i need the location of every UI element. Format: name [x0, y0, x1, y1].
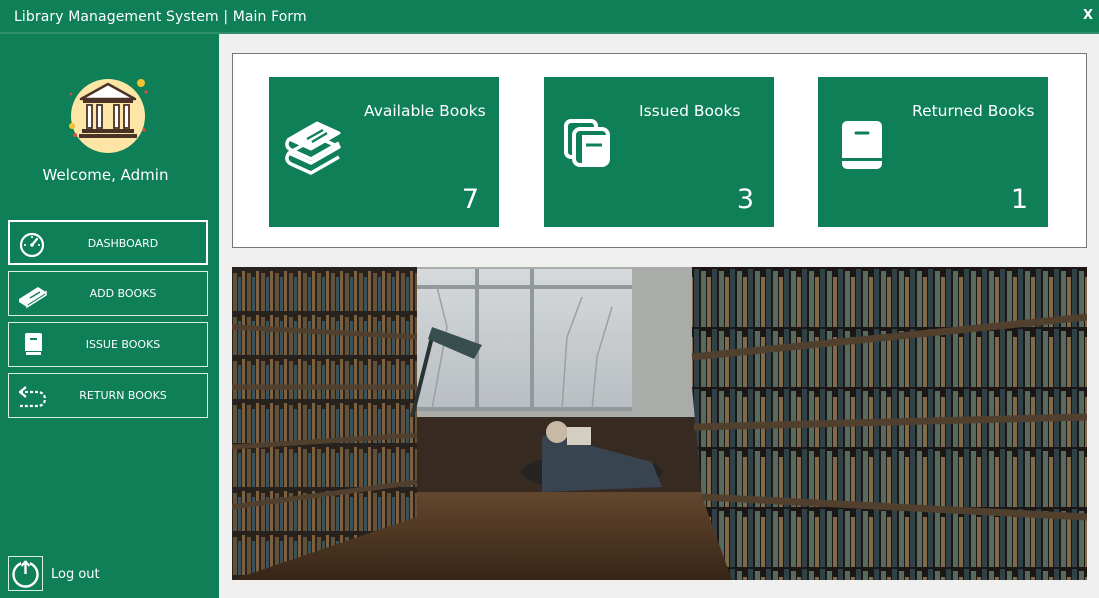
- library-photo: [232, 267, 1087, 580]
- window-title: Library Management System | Main Form: [14, 9, 307, 25]
- available-books-label: Available Books: [364, 102, 486, 120]
- returned-books-count: 1: [1010, 184, 1028, 215]
- close-button[interactable]: X: [1083, 8, 1093, 23]
- available-books-count: 7: [461, 184, 479, 215]
- title-bar: Library Management System | Main Form X: [0, 0, 1099, 34]
- add-books-label: ADD BOOKS: [89, 287, 157, 300]
- logout-button[interactable]: Log out: [8, 556, 128, 592]
- stacked-books-icon: [285, 121, 341, 175]
- copy-books-icon: [564, 119, 610, 167]
- closed-book-icon: [842, 121, 882, 169]
- dashboard-label: DASHBOARD: [87, 237, 159, 250]
- welcome-text: Welcome, Admin: [42, 166, 169, 184]
- return-books-button[interactable]: RETURN BOOKS: [8, 373, 208, 418]
- issue-books-label: ISSUE BOOKS: [85, 338, 161, 351]
- add-books-button[interactable]: ADD BOOKS: [8, 271, 208, 316]
- issued-books-count: 3: [736, 184, 754, 215]
- logout-label: Log out: [51, 567, 100, 582]
- issue-books-button[interactable]: ISSUE BOOKS: [8, 322, 208, 367]
- returned-books-card[interactable]: Returned Books 1: [818, 77, 1048, 227]
- available-books-card[interactable]: Available Books 7: [269, 77, 499, 227]
- return-books-label: RETURN BOOKS: [79, 389, 167, 402]
- library-logo-icon: [69, 79, 148, 153]
- issued-books-card[interactable]: Issued Books 3: [544, 77, 774, 227]
- returned-books-label: Returned Books: [912, 102, 1035, 120]
- dashboard-button[interactable]: DASHBOARD: [8, 220, 208, 265]
- logout-icon-box: [8, 556, 43, 591]
- issued-books-label: Issued Books: [639, 102, 741, 120]
- library-scene-image: [232, 267, 1087, 580]
- sidebar: Welcome, Admin DASHBOARD ADD BOOKS ISSUE…: [0, 34, 219, 598]
- stats-panel: Available Books 7 Issued Books 3 Returne…: [232, 53, 1087, 248]
- power-icon: [12, 559, 39, 588]
